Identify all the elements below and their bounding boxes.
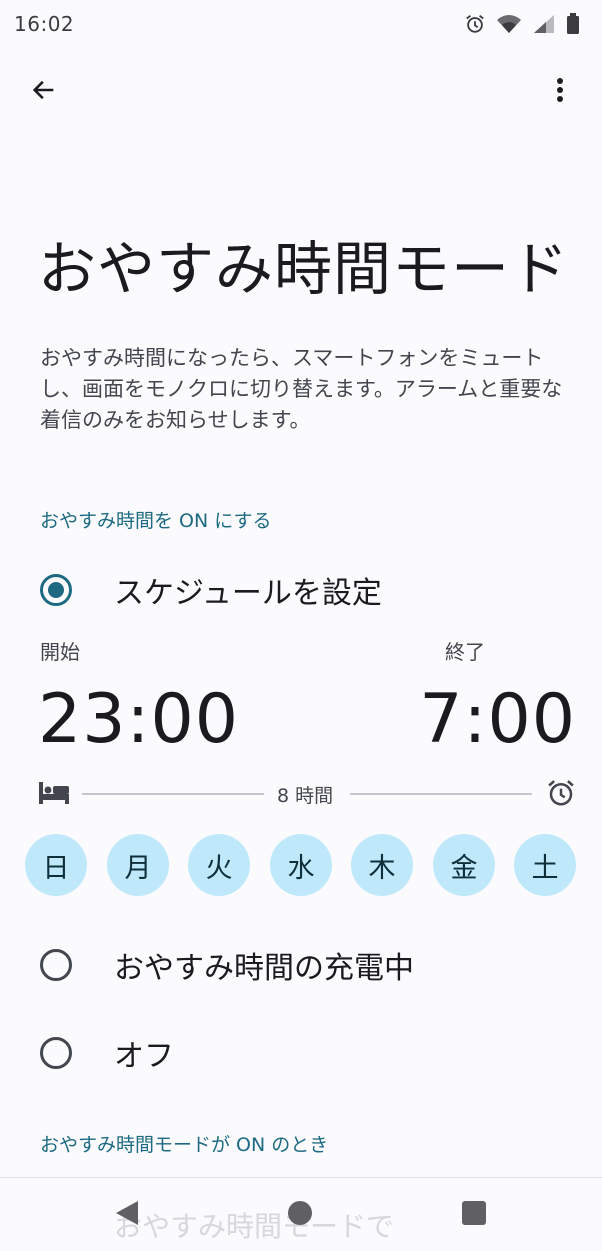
duration-line-right [350, 793, 532, 795]
radio-charging[interactable] [40, 949, 72, 981]
status-icons [464, 13, 580, 35]
alarm-icon [546, 778, 576, 812]
status-bar: 16:02 [0, 0, 602, 48]
wifi-icon [496, 13, 522, 35]
radio-schedule[interactable] [40, 574, 72, 606]
radio-off[interactable] [40, 1037, 72, 1069]
page-title: おやすみ時間モード [38, 235, 570, 303]
alarm-icon [464, 13, 486, 35]
signal-icon [532, 13, 556, 35]
day-chip-thu[interactable]: 木 [351, 834, 413, 896]
app-bar [0, 62, 602, 122]
day-chip-sun[interactable]: 日 [25, 834, 87, 896]
day-chip-tue[interactable]: 火 [188, 834, 250, 896]
duration-line-left [82, 793, 264, 795]
arrow-back-icon [30, 76, 58, 108]
days-row: 日 月 火 水 木 金 土 [25, 834, 577, 896]
section-header-when-on: おやすみ時間モードが ON のとき [40, 1134, 329, 1156]
duration-text: 8 時間 [277, 785, 334, 807]
option-off[interactable]: オフ [0, 1023, 602, 1083]
day-chip-sat[interactable]: 土 [514, 834, 576, 896]
duration-row: 8 時間 [0, 776, 602, 812]
start-label: 開始 [40, 640, 80, 664]
more-options-button[interactable] [538, 70, 582, 114]
day-chip-fri[interactable]: 金 [433, 834, 495, 896]
option-charging[interactable]: おやすみ時間の充電中 [0, 935, 602, 995]
option-schedule[interactable]: スケジュールを設定 [0, 560, 602, 620]
start-time[interactable]: 23:00 [38, 680, 239, 760]
option-off-label: オフ [114, 1039, 174, 1074]
day-chip-mon[interactable]: 月 [107, 834, 169, 896]
back-button[interactable] [22, 70, 66, 114]
more-vert-icon [556, 77, 564, 107]
page-description: おやすみ時間になったら、スマートフォンをミュートし、画面をモノクロに切り替えます… [40, 346, 563, 432]
nav-recents-icon[interactable] [462, 1201, 486, 1225]
partial-list-item: おやすみ時間モードで [114, 1210, 395, 1243]
bed-icon [38, 780, 70, 810]
option-charging-label: おやすみ時間の充電中 [114, 951, 414, 986]
end-time[interactable]: 7:00 [419, 680, 576, 760]
battery-icon [566, 13, 580, 35]
day-chip-wed[interactable]: 水 [270, 834, 332, 896]
nav-home-icon[interactable] [288, 1201, 312, 1225]
option-schedule-label: スケジュールを設定 [114, 576, 382, 611]
status-time: 16:02 [14, 12, 75, 36]
section-header-turn-on: おやすみ時間を ON にする [40, 510, 272, 532]
nav-back-icon[interactable] [114, 1199, 140, 1231]
end-label: 終了 [445, 640, 485, 664]
